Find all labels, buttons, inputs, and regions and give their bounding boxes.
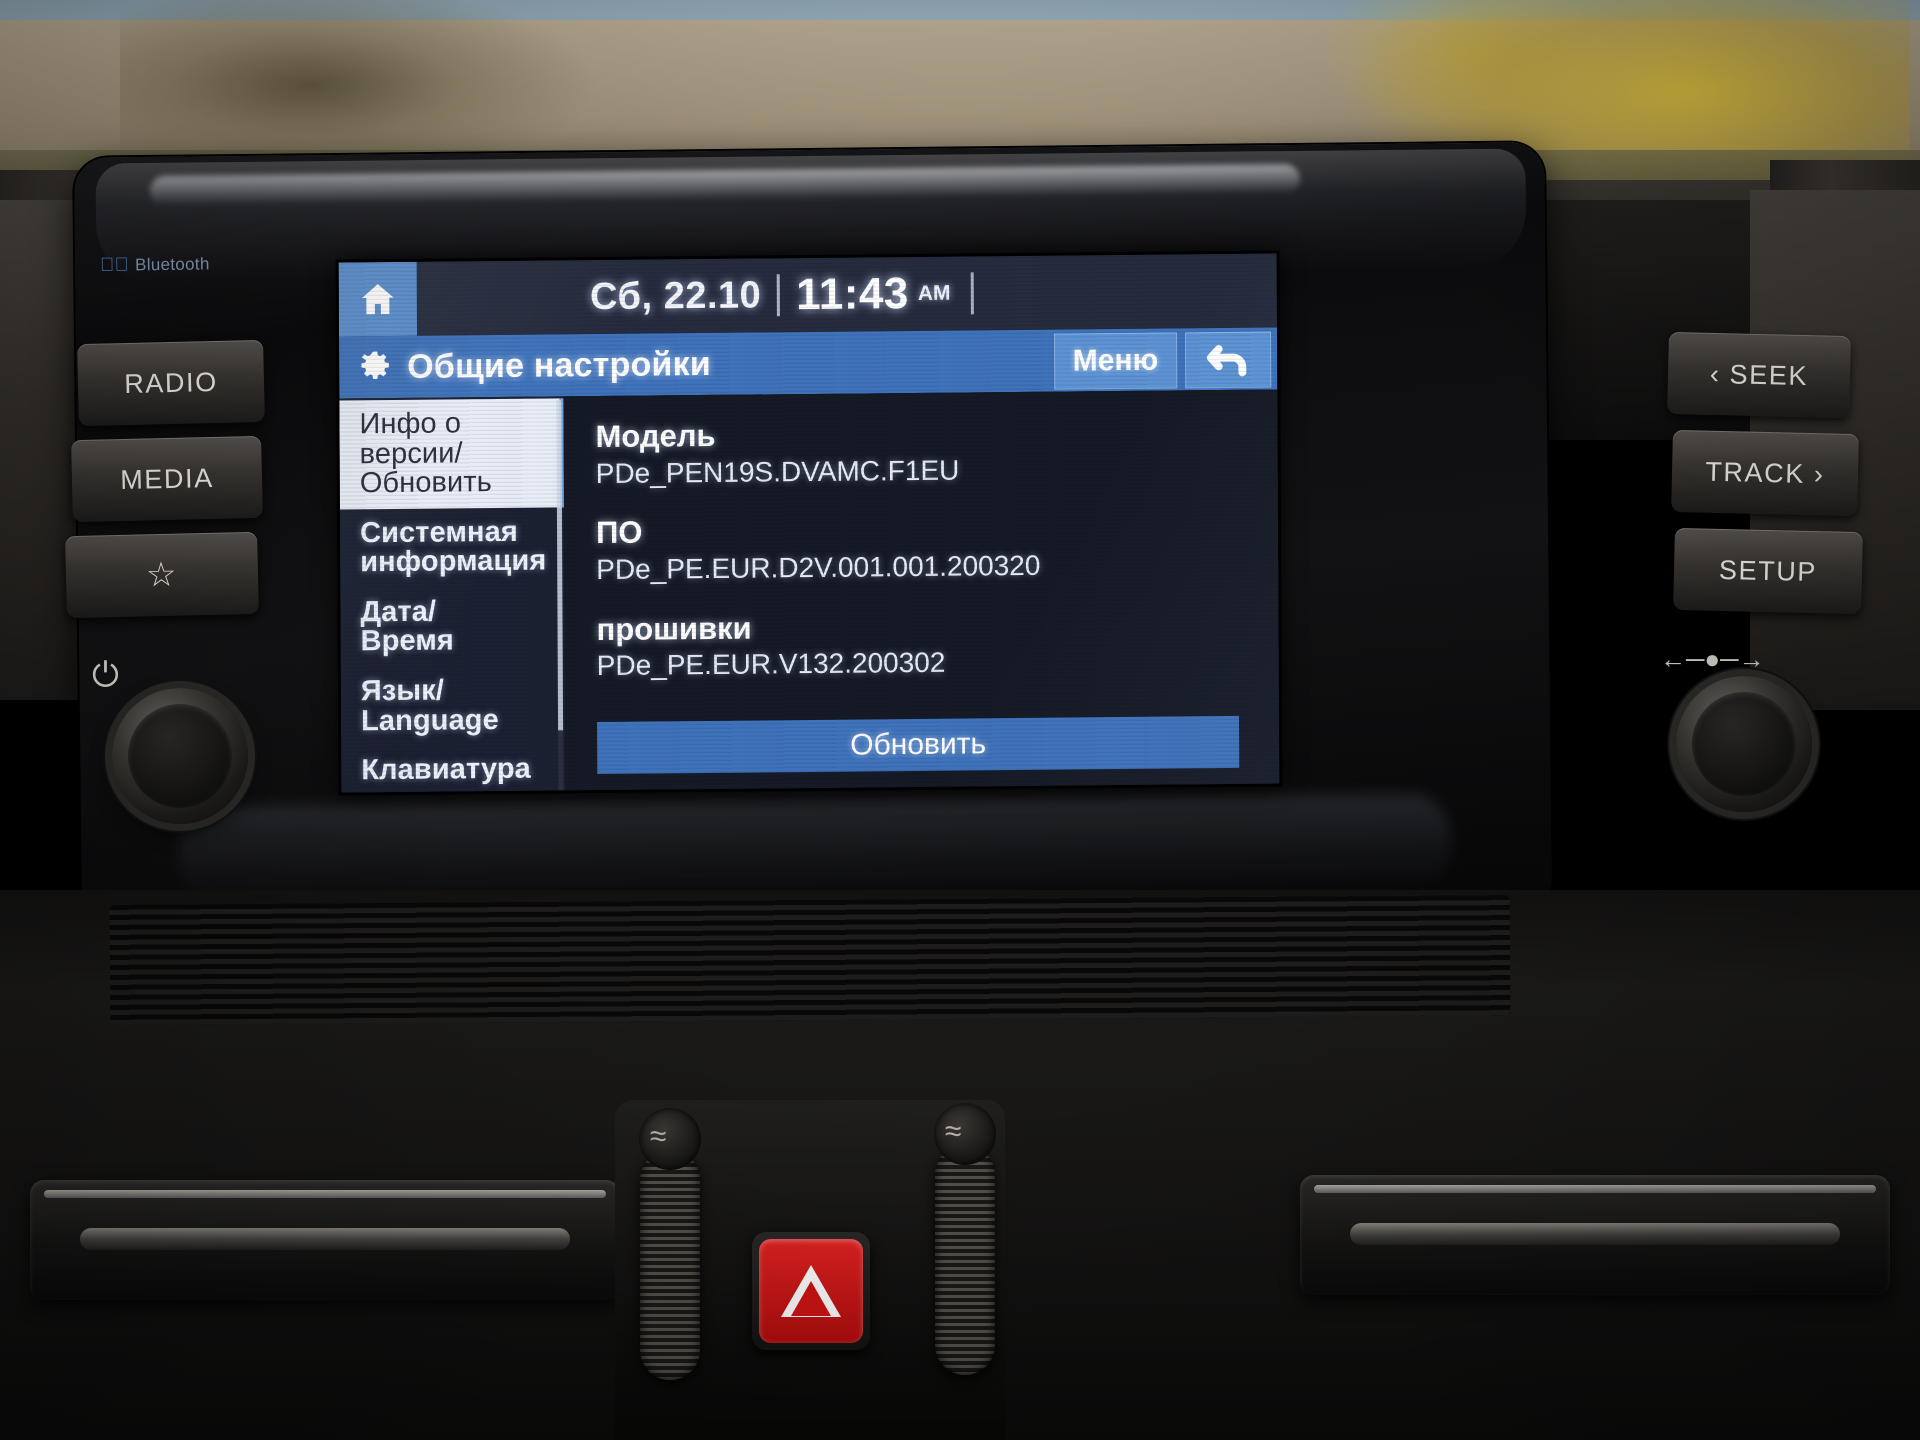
- sidebar-item-system-information[interactable]: Системная информация: [340, 507, 564, 588]
- field-firmware: прошивки PDe_PE.EUR.V132.200302: [596, 606, 1278, 683]
- field-model: Модель PDe_PEN19S.DVAMC.F1EU: [595, 413, 1277, 490]
- seek-button[interactable]: ‹ SEEK: [1667, 331, 1851, 419]
- page-title: Общие настройки: [407, 344, 712, 386]
- sidebar-item-label-line1: Дата/: [360, 595, 437, 629]
- sidebar-item-label-line2: информация: [360, 544, 547, 579]
- back-button[interactable]: [1185, 331, 1272, 389]
- power-volume-knob[interactable]: [112, 688, 248, 824]
- sidebar-item-language[interactable]: Язык/ Language: [341, 665, 565, 746]
- air-vent-left[interactable]: [30, 1180, 620, 1300]
- sidebar-item-version-info-update[interactable]: Инфо о версии/ Обновить: [339, 398, 564, 510]
- power-icon: ⏻: [92, 656, 119, 694]
- climate-wheel-left[interactable]: [640, 1150, 700, 1380]
- back-arrow-icon: [1206, 345, 1247, 377]
- screen-body: Инфо о версии/ Обновить Системная информ…: [339, 389, 1280, 793]
- infotainment-screen[interactable]: Сб, 22.10 11:43 AM Общие настройки Меню …: [338, 253, 1280, 793]
- setup-button[interactable]: SETUP: [1673, 527, 1863, 615]
- hazard-face: [759, 1239, 863, 1343]
- defrost-icon-left: ≈: [650, 1120, 667, 1153]
- bluetooth-badge: Ⓑ Bluetooth: [100, 249, 230, 281]
- radio-button[interactable]: RADIO: [77, 339, 265, 427]
- defrost-icon-right: ≈: [945, 1115, 962, 1148]
- hazard-triangle-icon: [781, 1265, 841, 1317]
- dashboard-photo: Ⓑ Bluetooth Сб, 22.10 11:43 AM: [0, 0, 1920, 1440]
- update-button[interactable]: Обновить: [597, 715, 1240, 774]
- status-right-spacer: [1147, 290, 1277, 291]
- sidebar-item-label-line2: Language: [360, 703, 499, 737]
- status-date: Сб, 22.10: [590, 273, 762, 318]
- status-divider-2: [970, 272, 974, 315]
- vent-blade[interactable]: [80, 1228, 570, 1250]
- sidebar-item-label-line1: Клавиатура: [361, 752, 531, 787]
- status-divider-1: [777, 274, 781, 317]
- tune-knob[interactable]: [1676, 676, 1812, 812]
- knob-inner: [128, 704, 232, 808]
- field-label: Модель: [595, 417, 716, 455]
- status-center: Сб, 22.10 11:43 AM: [417, 267, 1147, 324]
- sidebar-item-keyboard[interactable]: Клавиатура: [341, 745, 565, 793]
- field-label: прошивки: [596, 610, 752, 647]
- track-button[interactable]: TRACK ›: [1671, 429, 1859, 517]
- climate-wheel-right[interactable]: [935, 1145, 995, 1375]
- sidebar-item-label-line1: Язык/: [360, 674, 445, 708]
- sidebar-item-label-line3: Обновить: [359, 466, 492, 500]
- climate-wheel-cap-right[interactable]: [934, 1103, 996, 1165]
- field-software: ПО PDe_PE.EUR.D2V.001.001.200320: [596, 510, 1278, 587]
- bluetooth-icon: Ⓑ: [99, 255, 129, 279]
- sidebar-item-label-line2: Время: [360, 624, 454, 658]
- status-time: 11:43: [796, 269, 909, 320]
- title-bar-actions: Меню: [1053, 331, 1272, 390]
- menu-button[interactable]: Меню: [1053, 332, 1178, 390]
- sidebar-item-label-line2: версии/: [359, 436, 463, 470]
- favorite-button[interactable]: ☆: [65, 531, 259, 619]
- field-value: PDe_PE.EUR.V132.200302: [596, 647, 946, 682]
- media-button[interactable]: MEDIA: [71, 435, 263, 523]
- field-label: ПО: [595, 514, 643, 551]
- knob-inner: [1692, 692, 1796, 796]
- field-value: PDe_PE.EUR.D2V.001.001.200320: [596, 549, 1041, 586]
- vent-blade[interactable]: [1350, 1223, 1840, 1245]
- sidebar-item-date-time[interactable]: Дата/ Время: [340, 586, 564, 667]
- field-value: PDe_PEN19S.DVAMC.F1EU: [595, 454, 960, 489]
- status-meridiem: AM: [917, 281, 951, 305]
- title-bar: Общие настройки Меню: [339, 327, 1278, 399]
- status-bar: Сб, 22.10 11:43 AM: [338, 253, 1277, 337]
- settings-sidebar: Инфо о версии/ Обновить Системная информ…: [339, 396, 566, 793]
- settings-content: Модель PDe_PEN19S.DVAMC.F1EU ПО PDe_PE.E…: [563, 389, 1280, 793]
- bluetooth-label: Bluetooth: [125, 254, 210, 275]
- air-vent-right[interactable]: [1300, 1175, 1890, 1295]
- gear-icon: [357, 349, 393, 385]
- vent-chrome-trim: [1314, 1185, 1876, 1193]
- hazard-warning-button[interactable]: [752, 1232, 870, 1350]
- vent-chrome-trim: [44, 1190, 606, 1198]
- sidebar-item-label-line1: Инфо о: [359, 407, 462, 441]
- speaker-grille: [109, 895, 1511, 1025]
- home-icon: [361, 284, 394, 315]
- home-button[interactable]: [338, 261, 418, 337]
- climate-wheel-cap-left[interactable]: [639, 1108, 701, 1170]
